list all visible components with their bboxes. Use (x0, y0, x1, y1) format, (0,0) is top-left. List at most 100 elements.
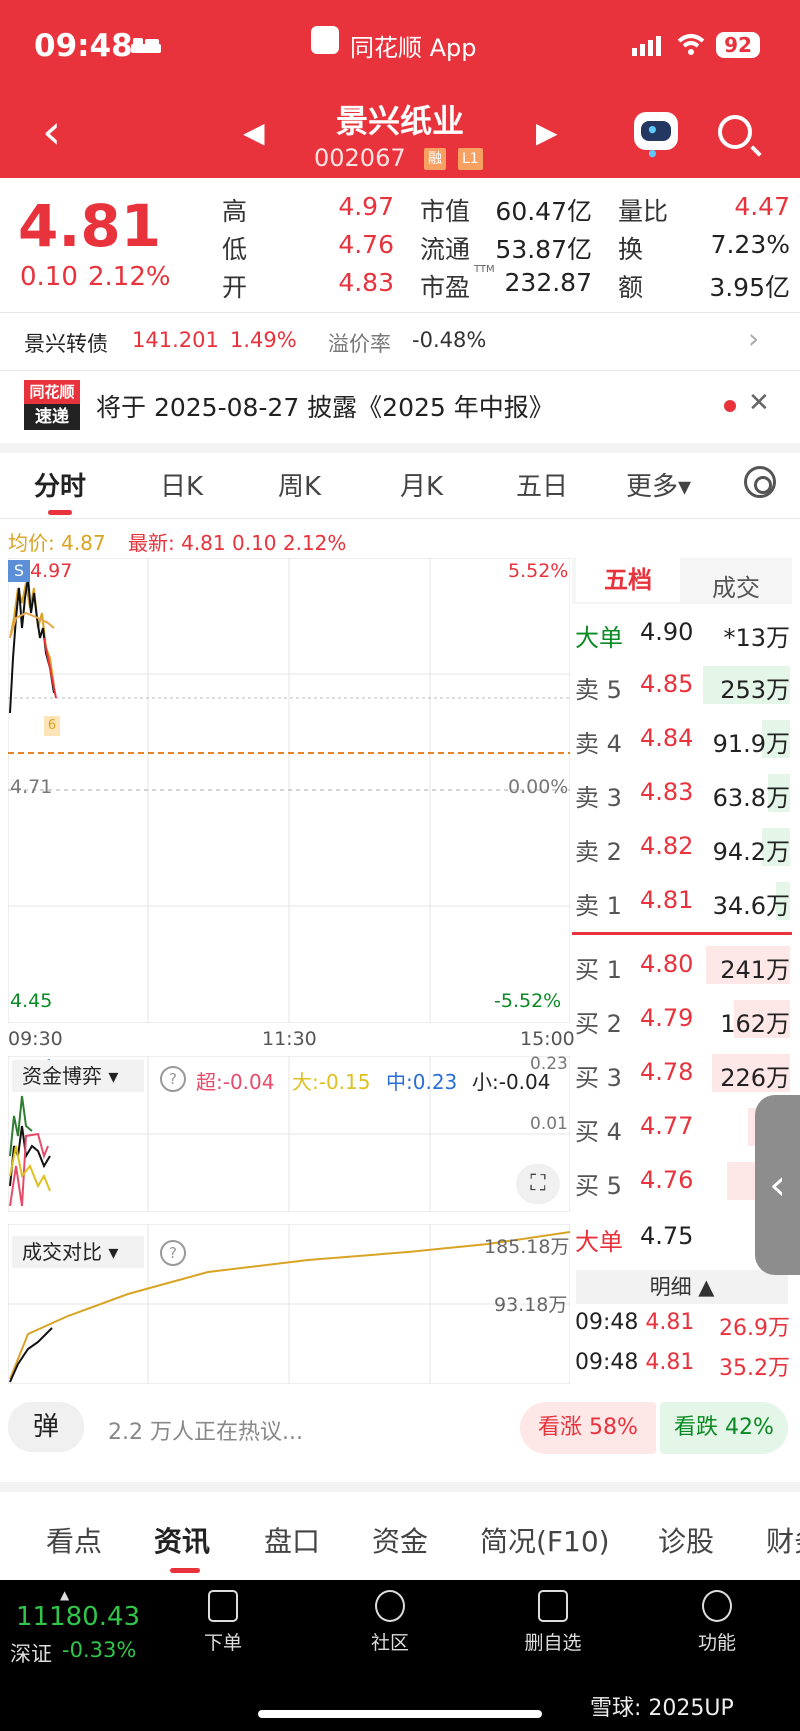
menu-icon (702, 1590, 732, 1622)
volume-ratio-label: 量比 (618, 197, 669, 226)
index-pct: -0.33% (62, 1638, 137, 1662)
high-label: 高 (222, 197, 248, 226)
community-icon (375, 1590, 405, 1622)
sell-marker[interactable]: S (8, 560, 30, 582)
tab-weekly-k[interactable]: 周K (278, 466, 321, 503)
bid-price: 4.78 (640, 1058, 694, 1086)
tab-five-levels[interactable]: 五档 (576, 558, 680, 602)
trade-time: 09:48 (575, 1350, 639, 1375)
tab-more[interactable]: 更多▾ (626, 466, 691, 503)
bid-level-row: 买 1 4.80 241万 (575, 940, 790, 990)
functions-label: 功能 (697, 1632, 736, 1654)
bearish-vote-button[interactable]: 看跌 42% (660, 1402, 788, 1454)
battery-indicator: 92 (716, 32, 760, 58)
open-label: 开 (222, 273, 248, 302)
ask-volume: 34.6万 (712, 892, 790, 920)
market-cap-label: 市值 (420, 197, 471, 226)
section-gap (0, 1482, 800, 1492)
bid-label: 买 2 (575, 1010, 622, 1038)
tab-daily-k[interactable]: 日K (160, 466, 203, 503)
sleep-icon (131, 38, 161, 53)
pe-value: 232.87 (504, 268, 592, 297)
big-sell-label: 大单 (575, 624, 623, 652)
tab-funds[interactable]: 资金 (372, 1520, 428, 1560)
settings-icon[interactable] (744, 466, 776, 498)
tab-f10[interactable]: 简况(F10) (480, 1520, 610, 1560)
divider (0, 518, 800, 519)
tab-intraday[interactable]: 分时 (34, 466, 86, 503)
ask-level-row: 卖 1 4.81 34.6万 (575, 876, 790, 926)
ask-label: 卖 5 (575, 676, 622, 704)
volume-compare-selector[interactable]: 成交对比 ▾ (12, 1236, 144, 1268)
pe-label: 市盈 (420, 273, 471, 302)
convertible-bond-row[interactable]: 景兴转债 141.201 1.49% 溢价率 -0.48% › (0, 313, 800, 369)
tab-diagnosis[interactable]: 诊股 (658, 1520, 714, 1560)
tab-market-depth[interactable]: 盘口 (264, 1520, 320, 1560)
intraday-chart[interactable] (8, 558, 570, 1023)
discussion-prompt[interactable]: 2.2 万人正在热议... (108, 1414, 303, 1446)
tab-underline (48, 510, 72, 515)
bid-volume: 162万 (720, 1010, 790, 1038)
functions-button[interactable]: 功能 (672, 1590, 762, 1655)
close-icon[interactable]: ✕ (748, 388, 770, 418)
help-icon[interactable]: ? (160, 1066, 186, 1092)
ask-price: 4.82 (640, 832, 694, 860)
high-value: 4.97 (338, 192, 394, 221)
ask-label: 卖 1 (575, 892, 622, 920)
notice-text: 将于 2025-08-27 披露《2025 年中报》 (96, 393, 554, 422)
open-value: 4.83 (338, 268, 394, 297)
trade-price: 4.81 (645, 1350, 695, 1375)
community-button[interactable]: 社区 (345, 1590, 435, 1655)
amount-value: 3.95亿 (709, 273, 790, 302)
robot-assistant-icon[interactable] (634, 112, 678, 166)
ask-volume: 253万 (720, 676, 790, 704)
tab-finance[interactable]: 财务 (766, 1520, 800, 1560)
remove-watchlist-button[interactable]: 删自选 (508, 1590, 598, 1655)
tab-monthly-k[interactable]: 月K (400, 466, 443, 503)
bond-price: 141.201 (132, 328, 219, 352)
y-axis-top-pct: 5.52% (508, 560, 569, 582)
float-cap-label: 流通 (420, 235, 471, 264)
notice-banner[interactable]: 同花顺 速递 将于 2025-08-27 披露《2025 年中报》 ✕ (0, 371, 800, 443)
danmu-toggle-button[interactable]: 弹 (8, 1402, 84, 1452)
tab-highlights[interactable]: 看点 (46, 1520, 102, 1560)
fund-flow-selector[interactable]: 资金博弈 ▾ (12, 1060, 144, 1092)
app-name: 同花顺 App (350, 34, 477, 62)
x-axis-close: 15:00 (520, 1028, 575, 1050)
current-price: 4.81 (18, 192, 162, 260)
next-stock-button[interactable]: ▶ (536, 116, 558, 149)
index-value[interactable]: 11180.43 (16, 1602, 140, 1632)
latest-price-label: 最新: 4.81 0.10 2.12% (128, 531, 347, 555)
fullscreen-icon[interactable]: ⛶ (516, 1164, 560, 1204)
x-axis-noon: 11:30 (262, 1028, 317, 1050)
remove-watchlist-label: 删自选 (524, 1632, 582, 1654)
bullish-vote-button[interactable]: 看涨 58% (520, 1402, 656, 1454)
ask-price: 4.84 (640, 724, 694, 752)
volume-y2: 93.18万 (494, 1294, 568, 1316)
tab-news[interactable]: 资讯 (154, 1520, 210, 1560)
ask-level-row: 卖 4 4.84 91.9万 (575, 714, 790, 764)
y-axis-mid: 4.71 (10, 776, 53, 798)
tab-five-day[interactable]: 五日 (516, 466, 568, 503)
trade-detail-header[interactable]: 明细 ▲ (576, 1270, 788, 1304)
turnover-value: 7.23% (710, 230, 790, 259)
index-arrow-icon: ▲ (60, 1588, 70, 1602)
bid-price: 4.77 (640, 1112, 694, 1140)
search-icon[interactable] (718, 115, 752, 149)
bid-label: 买 5 (575, 1172, 622, 1200)
fund-y-mid: 0.01 (530, 1114, 568, 1134)
remove-watchlist-icon (538, 1590, 568, 1622)
y-axis-bottom-pct: -5.52% (494, 990, 562, 1012)
order-label: 下单 (203, 1632, 242, 1654)
event-marker[interactable]: 6 (44, 716, 60, 736)
tab-trades[interactable]: 成交 (712, 568, 760, 603)
order-button[interactable]: 下单 (178, 1590, 268, 1655)
bid-label: 买 4 (575, 1118, 622, 1146)
collapse-panel-button[interactable]: ‹ (755, 1095, 800, 1275)
ask-level-row: 卖 5 4.85 253万 (575, 660, 790, 710)
logo-bottom-text: 速递 (24, 404, 80, 430)
ask-level-row: 卖 2 4.82 94.2万 (575, 822, 790, 872)
ask-volume: 91.9万 (712, 730, 790, 758)
help-icon[interactable]: ? (160, 1240, 186, 1266)
home-indicator[interactable] (258, 1710, 542, 1718)
